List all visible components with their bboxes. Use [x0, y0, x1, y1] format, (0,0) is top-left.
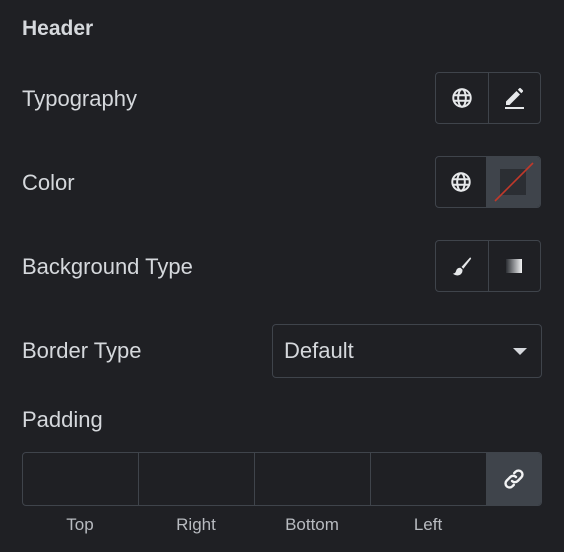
- padding-link-button[interactable]: [487, 453, 541, 505]
- typography-controls: [435, 72, 541, 124]
- border-type-value: Default: [284, 338, 354, 363]
- color-global-button[interactable]: [436, 157, 486, 207]
- brush-icon: [452, 257, 471, 276]
- border-type-select[interactable]: Default: [272, 324, 542, 378]
- padding-right-input[interactable]: [139, 453, 255, 505]
- color-label: Color: [22, 170, 75, 195]
- padding-bottom-label: Bottom: [285, 515, 339, 534]
- background-type-label: Background Type: [22, 254, 193, 279]
- typography-global-button[interactable]: [436, 73, 488, 123]
- typography-label: Typography: [22, 86, 137, 111]
- padding-top-input[interactable]: [23, 453, 139, 505]
- globe-icon: [452, 88, 472, 108]
- padding-left-input[interactable]: [371, 453, 487, 505]
- padding-label: Padding: [22, 407, 103, 432]
- section-title: Header: [22, 17, 94, 40]
- border-type-label: Border Type: [22, 338, 142, 363]
- pencil-icon: [505, 87, 525, 109]
- background-classic-button[interactable]: [436, 241, 488, 291]
- globe-icon: [451, 172, 471, 192]
- padding-inputs: [22, 452, 542, 506]
- color-picker-button[interactable]: [486, 157, 540, 207]
- padding-field-labels: Top Right Bottom Left: [22, 515, 488, 535]
- padding-top-label: Top: [66, 515, 94, 534]
- no-color-swatch-icon: [494, 162, 534, 202]
- background-gradient-button[interactable]: [487, 241, 541, 291]
- padding-left-label: Left: [413, 515, 443, 534]
- link-icon: [504, 469, 524, 489]
- padding-right-label: Right: [176, 515, 216, 534]
- color-controls: [435, 156, 541, 208]
- typography-edit-button[interactable]: [487, 73, 541, 123]
- background-type-controls: [435, 240, 541, 292]
- padding-bottom-input[interactable]: [255, 453, 371, 505]
- gradient-icon: [506, 259, 523, 273]
- chevron-down-icon: [513, 347, 527, 355]
